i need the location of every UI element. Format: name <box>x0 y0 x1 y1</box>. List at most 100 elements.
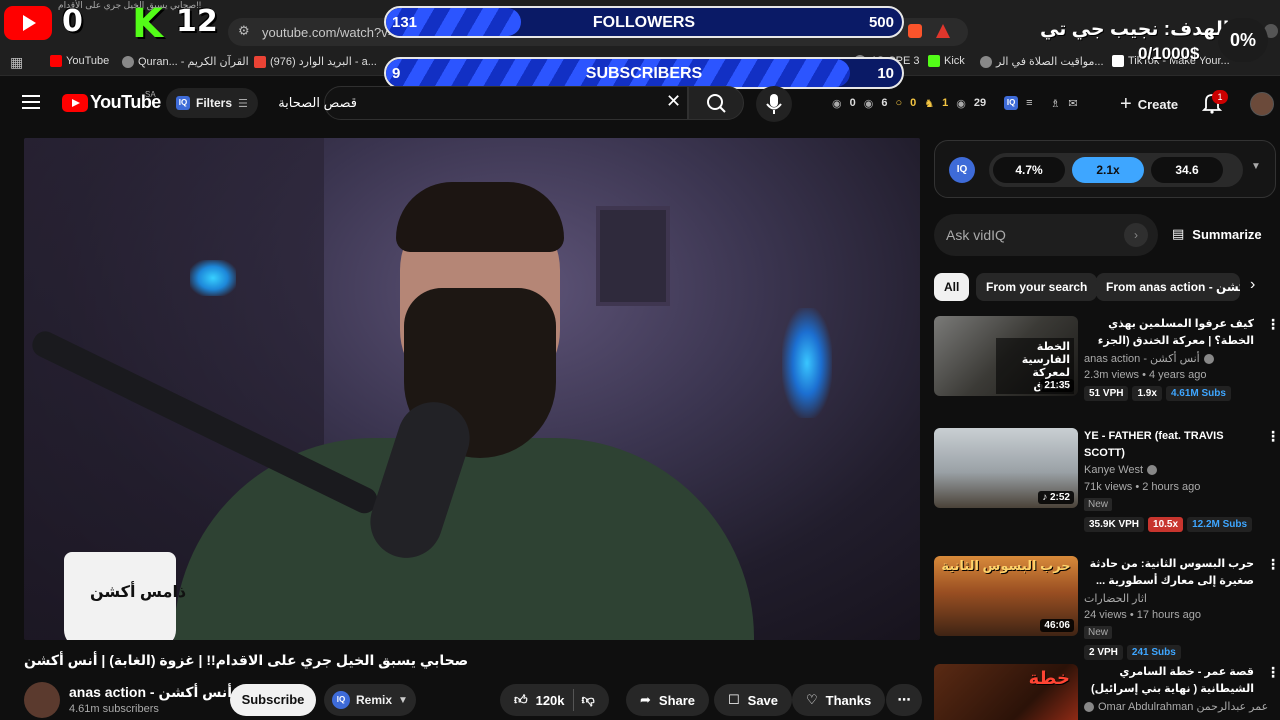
chevron-down-icon[interactable]: ▼ <box>1251 161 1261 172</box>
bookmark-prayer-times[interactable]: مواقيت الصلاة في الر... <box>980 55 1104 68</box>
summarize-button[interactable]: ▤ Summarize <box>1172 226 1262 242</box>
thanks-button[interactable]: ♡ Thanks <box>792 684 886 716</box>
channel-name-text[interactable]: anas action - أنس أكشن <box>69 684 232 700</box>
trophy-icon[interactable]: ♗ <box>1051 97 1061 110</box>
thumbs-up-icon[interactable]: 👍︎ <box>514 692 528 708</box>
chip-from-your-search[interactable]: From your search <box>976 273 1098 301</box>
thanks-heart-icon: ♡ <box>806 692 818 707</box>
list-icon[interactable]: ≡ <box>1026 97 1032 109</box>
more-vertical-icon[interactable]: ⋮ <box>1266 428 1280 445</box>
hamburger-menu-icon[interactable] <box>22 95 40 109</box>
verified-icon <box>1203 353 1214 364</box>
video-player[interactable]: ذامس أكشن <box>24 138 920 640</box>
recommendation-channel-name[interactable]: Omar Abdulrahman عمر عبدالرحمن <box>1098 700 1268 713</box>
youtube-logo-icon[interactable] <box>62 94 88 112</box>
search-query-text[interactable]: قصص الصحابة <box>278 95 357 111</box>
duration-badge: ♪ 2:52 <box>1038 491 1074 504</box>
recommendation-item[interactable]: حرب البسوس الثانية 46:06 حرب البسوس الثا… <box>934 556 1280 660</box>
bookmark-label: مواقيت الصلاة في الر... <box>996 56 1104 68</box>
bookmark-kick[interactable]: Kick <box>928 55 965 67</box>
vidiq-metric-engagement[interactable]: 4.7% <box>993 157 1065 183</box>
youtube-icon <box>50 55 62 67</box>
chip-from-channel[interactable]: From anas action - أنس أكشن <box>1096 273 1240 301</box>
more-vertical-icon[interactable]: ⋮ <box>1266 316 1280 333</box>
chevron-down-icon[interactable]: ▼ <box>398 695 408 706</box>
apps-grid-icon[interactable]: ▦ <box>10 54 23 71</box>
more-actions-button[interactable]: ⋯ <box>886 684 922 716</box>
vidiq-metrics-group: 4.7% 2.1x 34.6 <box>989 153 1243 187</box>
bookmark-quran[interactable]: Quran... - القرآن الكريم <box>122 55 249 68</box>
recommendation-title[interactable]: كيف عرفوا المسلمين بهذي الخطة؟ | معركة ا… <box>1084 316 1254 350</box>
channel-name[interactable]: anas action - أنس أكشن <box>69 684 246 701</box>
vidiq-logo-icon[interactable]: IQ <box>949 157 975 183</box>
video-presenter-hair <box>396 182 564 252</box>
recommendation-item[interactable]: الخطة الفارسية لمعركة الخندق 21:35 كيف ع… <box>934 316 1280 420</box>
vph-badge: 2 VPH <box>1084 645 1123 660</box>
save-button[interactable]: ☐ Save <box>714 684 793 716</box>
recommendation-channel[interactable]: Omar Abdulrahman عمر عبدالرحمن <box>1084 700 1268 713</box>
voice-search-button[interactable] <box>756 86 792 122</box>
search-button[interactable] <box>688 86 744 120</box>
recommendation-title[interactable]: قصة عمر - خطة السامري الشيطانية ( نهاية … <box>1084 664 1254 698</box>
like-dislike-group: 👍︎ 120k 👎︎ <box>500 684 609 716</box>
bookmark-gmail[interactable]: البريد الوارد (976) - a... <box>254 55 377 68</box>
share-label: Share <box>658 692 696 708</box>
verified-icon <box>1147 465 1158 475</box>
account-avatar[interactable] <box>1250 92 1274 116</box>
recommendation-item[interactable]: خطة قصة عمر - خطة السامري الشيطانية ( نه… <box>934 664 1276 720</box>
vph-badge: 51 VPH <box>1084 386 1129 401</box>
recommendation-channel[interactable]: اثار الحضارات <box>1084 592 1147 605</box>
chat-icon[interactable]: ✉ <box>1068 97 1077 110</box>
bookmark-label: Kick <box>944 55 965 67</box>
recommendation-channel-name[interactable]: anas action - أنس أكشن <box>1084 352 1200 365</box>
clear-search-icon[interactable]: ✕ <box>666 91 681 112</box>
address-text[interactable]: youtube.com/watch?v= <box>262 25 395 40</box>
prayer-times-icon <box>980 55 992 68</box>
youtube-masthead: YouTube SA IQ Filters ☰ قصص الصحابة ✕ ◉ 0… <box>0 78 1280 130</box>
thumbnail-caption: حرب البسوس الثانية <box>941 558 1071 573</box>
bookmark-youtube[interactable]: YouTube <box>50 55 109 67</box>
recommendation-channel[interactable]: anas action - أنس أكشن <box>1084 352 1214 365</box>
views-eye-icon: ◉ <box>863 97 874 110</box>
recommendation-thumbnail[interactable]: ♪ 2:52 <box>934 428 1078 508</box>
vidiq-icon[interactable]: IQ <box>1004 96 1019 110</box>
site-settings-icon[interactable]: ⚙ <box>238 23 250 39</box>
thumbs-down-icon[interactable]: 👎︎ <box>582 692 595 708</box>
search-input[interactable]: قصص الصحابة <box>278 86 688 120</box>
recommendation-title[interactable]: حرب البسوس الثانية: من حادثة صغيرة إلى م… <box>1084 556 1254 590</box>
chevron-right-icon[interactable]: › <box>1250 276 1255 294</box>
subscribe-button[interactable]: Subscribe <box>230 684 316 716</box>
recommendation-thumbnail[interactable]: الخطة الفارسية لمعركة الخندق 21:35 <box>934 316 1078 396</box>
stat-value: 29 <box>973 97 987 109</box>
vidiq-filters-button[interactable]: IQ Filters ☰ <box>166 88 258 118</box>
vidiq-remix-button[interactable]: IQ Remix ▼ <box>324 684 416 716</box>
chip-all[interactable]: All <box>934 273 970 301</box>
stat-value: 0 <box>910 97 917 109</box>
overlay-kick-count: 12 <box>176 4 218 39</box>
more-vertical-icon[interactable]: ⋮ <box>1266 664 1276 681</box>
recommendation-thumbnail[interactable]: حرب البسوس الثانية 46:06 <box>934 556 1078 636</box>
new-badge: New <box>1084 626 1113 639</box>
create-button[interactable]: + Create <box>1110 88 1188 120</box>
brave-shield-icon[interactable] <box>908 24 922 38</box>
like-count[interactable]: 120k <box>536 693 565 708</box>
channel-avatar[interactable] <box>24 682 60 718</box>
chevron-right-icon[interactable]: › <box>1124 223 1148 247</box>
create-label: Create <box>1137 96 1179 112</box>
recommendation-title[interactable]: YE - FATHER (feat. TRAVIS SCOTT) <box>1084 428 1254 462</box>
share-button[interactable]: ➦ Share <box>626 684 710 716</box>
recommendation-channel[interactable]: Kanye West <box>1084 464 1158 476</box>
recommendation-meta: 24 views • 17 hours ago <box>1084 609 1201 621</box>
more-horizontal-icon: ⋯ <box>897 692 911 707</box>
recommendation-channel-name[interactable]: اثار الحضارات <box>1084 592 1147 605</box>
more-vertical-icon[interactable]: ⋮ <box>1266 556 1280 573</box>
recommendation-channel-name[interactable]: Kanye West <box>1084 464 1143 476</box>
vidiq-metrics-panel: IQ 4.7% 2.1x 34.6 ▼ <box>934 140 1276 198</box>
recommendation-thumbnail[interactable]: خطة <box>934 664 1078 720</box>
ask-vidiq-input[interactable]: Ask vidIQ › <box>934 214 1158 256</box>
vidiq-metric-score[interactable]: 34.6 <box>1151 157 1223 183</box>
ask-vidiq-placeholder[interactable]: Ask vidIQ <box>946 227 1006 243</box>
bookmark-label: البريد الوارد (976) - a... <box>270 56 377 68</box>
vidiq-metric-outlier[interactable]: 2.1x <box>1072 157 1144 183</box>
recommendation-item[interactable]: ♪ 2:52 YE - FATHER (feat. TRAVIS SCOTT) … <box>934 428 1280 540</box>
